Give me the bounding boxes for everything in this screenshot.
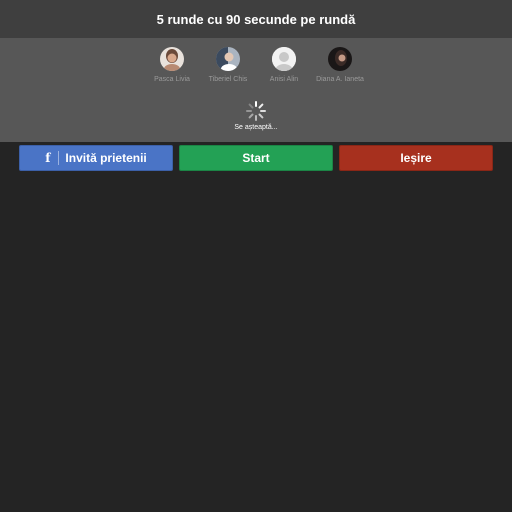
player-item[interactable]: Tiberiel Chis: [208, 47, 248, 83]
player-avatar: [160, 47, 184, 71]
game-settings-title: 5 runde cu 90 secunde pe rundă: [156, 11, 356, 27]
player-item[interactable]: Pasca Livia: [152, 47, 192, 83]
start-button[interactable]: Start: [179, 145, 333, 171]
loading-spinner-icon: [246, 101, 266, 121]
player-avatar: [216, 47, 240, 71]
player-name: Anisi Alin: [269, 76, 299, 83]
waiting-text: Se așteaptă...: [234, 124, 278, 131]
photo-avatar-woman-icon: [160, 47, 184, 71]
lobby-panel: Pasca Livia Tiberiel Chis Anisi Alin Dia…: [0, 38, 512, 142]
start-label: Start: [242, 151, 270, 165]
player-name: Pasca Livia: [154, 76, 190, 83]
invite-friends-button[interactable]: f Invită prietenii: [19, 145, 173, 171]
facebook-icon: f: [45, 151, 60, 165]
photo-avatar-man-icon: [216, 47, 240, 71]
player-name: Diana A. Ianeta: [316, 76, 364, 83]
player-avatar: [328, 47, 352, 71]
exit-label: Ieșire: [400, 151, 432, 165]
exit-button[interactable]: Ieșire: [339, 145, 493, 171]
player-item[interactable]: Diana A. Ianeta: [316, 47, 364, 83]
player-avatar: [272, 47, 296, 71]
default-avatar-silhouette-icon: [272, 47, 296, 71]
invite-friends-label: Invită prietenii: [65, 151, 147, 165]
game-settings-header: 5 runde cu 90 secunde pe rundă: [0, 0, 512, 38]
player-name: Tiberiel Chis: [208, 76, 248, 83]
player-list: Pasca Livia Tiberiel Chis Anisi Alin Dia…: [0, 47, 512, 83]
photo-avatar-dark-icon: [328, 47, 352, 71]
player-item[interactable]: Anisi Alin: [264, 47, 304, 83]
action-bar: f Invită prietenii Start Ieșire: [19, 145, 493, 171]
waiting-indicator: Se așteaptă...: [0, 100, 512, 131]
